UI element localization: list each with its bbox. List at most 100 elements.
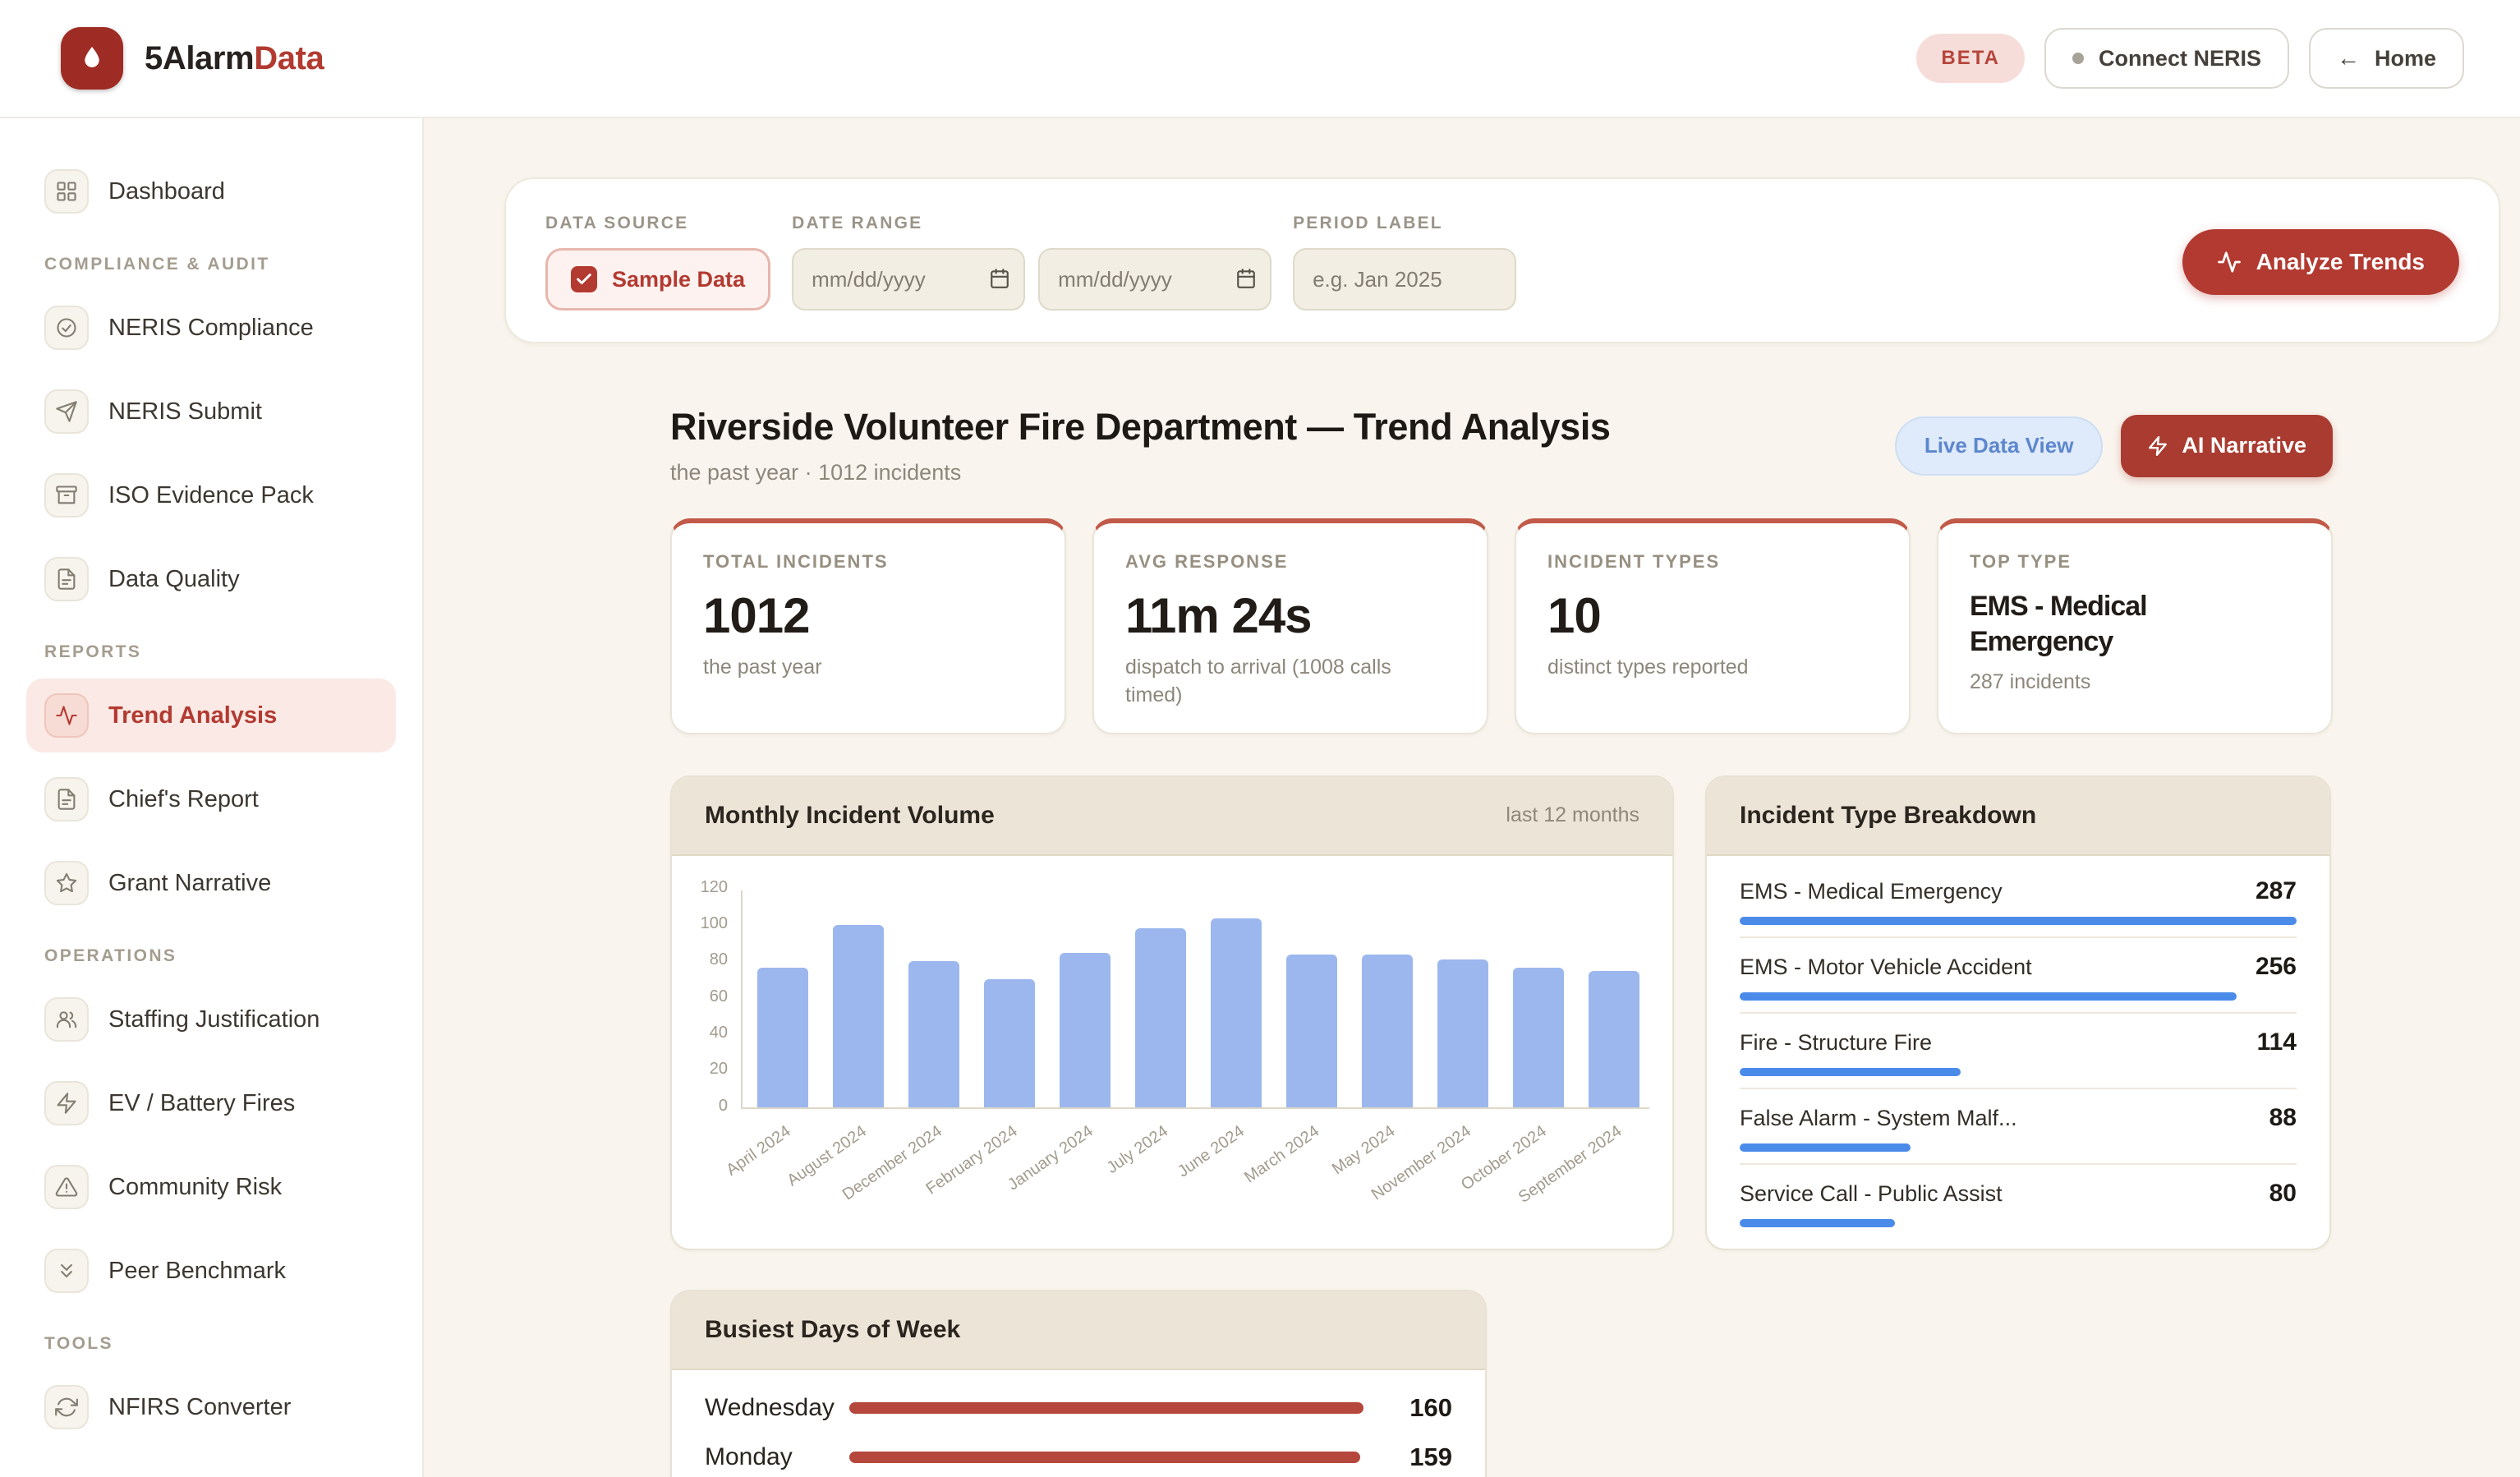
month-bar xyxy=(757,968,808,1107)
stat-label: TOTAL INCIDENTS xyxy=(703,551,1033,573)
filter-card: DATA SOURCE Sample Data DATE RANGE xyxy=(504,177,2500,343)
main-content: DATA SOURCE Sample Data DATE RANGE xyxy=(424,118,2520,1477)
period-input[interactable] xyxy=(1293,248,1516,311)
month-bar xyxy=(1589,971,1639,1107)
month-bar xyxy=(1362,955,1413,1107)
day-name: Monday xyxy=(705,1443,849,1471)
incident-type-row: False Alarm - System Malf...88 xyxy=(1740,1089,2297,1165)
sidebar-item-neris-compliance[interactable]: NERIS Compliance xyxy=(26,291,396,365)
status-dot-icon xyxy=(2072,53,2084,64)
monthly-incident-volume-panel: Monthly Incident Volume last 12 months 0… xyxy=(670,775,1674,1250)
panel-subtitle: last 12 months xyxy=(1506,803,1639,827)
live-data-view-label: Live Data View xyxy=(1924,433,2074,458)
sidebar: Dashboard COMPLIANCE & AUDIT NERIS Compl… xyxy=(0,118,424,1477)
sidebar-item-ev-battery-fires[interactable]: EV / Battery Fires xyxy=(26,1066,396,1140)
connect-neris-button[interactable]: Connect NERIS xyxy=(2044,28,2289,89)
app-logo xyxy=(61,27,123,90)
brand-accent: Data xyxy=(254,40,324,76)
monthly-incident-volume-chart: 020406080100120 April 2024August 2024Dec… xyxy=(672,856,1672,1214)
sidebar-item-neris-submit[interactable]: NERIS Submit xyxy=(26,375,396,449)
period-label: PERIOD LABEL xyxy=(1293,214,1516,233)
check-circle-icon xyxy=(44,306,89,350)
sample-data-checkbox[interactable] xyxy=(571,266,597,292)
users-icon xyxy=(44,997,89,1042)
sidebar-item-nfirs-converter[interactable]: NFIRS Converter xyxy=(26,1370,396,1444)
sidebar-item-staffing-justification[interactable]: Staffing Justification xyxy=(26,982,396,1056)
day-bar-track xyxy=(849,1452,1363,1463)
grid-icon xyxy=(44,169,89,214)
stat-cards-row: TOTAL INCIDENTS 1012 the past year AVG R… xyxy=(670,518,2333,734)
stat-label: INCIDENT TYPES xyxy=(1547,551,1878,573)
incident-type-count: 256 xyxy=(2256,953,2297,981)
sidebar-item-label: Chief's Report xyxy=(108,786,259,813)
bars-area xyxy=(741,890,1649,1109)
y-tick-label: 80 xyxy=(710,950,728,969)
sample-data-toggle[interactable]: Sample Data xyxy=(545,248,770,311)
y-axis: 020406080100120 xyxy=(692,890,741,1109)
stat-value: 11m 24s xyxy=(1125,587,1455,644)
stat-card-avg-response: AVG RESPONSE 11m 24s dispatch to arrival… xyxy=(1092,518,1488,734)
zap-icon xyxy=(2147,435,2168,457)
y-tick-label: 60 xyxy=(710,987,728,1006)
stat-sub: the past year xyxy=(703,654,999,682)
sidebar-section-compliance: COMPLIANCE & AUDIT xyxy=(44,255,378,274)
sidebar-item-label: Dashboard xyxy=(108,178,225,205)
activity-icon xyxy=(44,693,89,738)
sidebar-item-peer-benchmark[interactable]: Peer Benchmark xyxy=(26,1234,396,1308)
home-button[interactable]: ← Home xyxy=(2309,28,2464,89)
sample-data-label: Sample Data xyxy=(612,267,745,292)
analyze-trends-button[interactable]: Analyze Trends xyxy=(2182,229,2459,295)
incident-type-count: 287 xyxy=(2256,877,2297,905)
incident-type-name: EMS - Medical Emergency xyxy=(1740,879,2003,904)
stat-sub: 287 incidents xyxy=(1970,669,2265,697)
sidebar-item-label: ISO Evidence Pack xyxy=(108,482,314,509)
x-tick: January 2024 xyxy=(1058,1117,1109,1211)
month-bar xyxy=(908,961,959,1107)
brand-title: 5AlarmData xyxy=(145,40,324,77)
busiest-days-list: Wednesday160Monday159Friday156 xyxy=(672,1370,1485,1477)
incident-type-bar xyxy=(1740,1143,1911,1152)
sidebar-item-label: Data Quality xyxy=(108,566,240,593)
x-tick-label: April 2024 xyxy=(723,1122,794,1180)
star-icon xyxy=(44,861,89,905)
brand-primary: 5Alarm xyxy=(145,40,254,76)
date-start-input[interactable] xyxy=(792,248,1025,311)
day-count: 159 xyxy=(1386,1442,1452,1472)
incident-type-count: 80 xyxy=(2269,1180,2297,1208)
sidebar-item-community-risk[interactable]: Community Risk xyxy=(26,1150,396,1224)
day-row: Wednesday160 xyxy=(705,1383,1452,1433)
panel-title: Incident Type Breakdown xyxy=(1740,802,2036,830)
month-bar xyxy=(1513,968,1564,1107)
sidebar-section-reports: REPORTS xyxy=(44,642,378,662)
sidebar-item-label: NERIS Submit xyxy=(108,398,262,426)
live-data-view-button[interactable]: Live Data View xyxy=(1895,416,2104,476)
date-end-input[interactable] xyxy=(1038,248,1271,311)
refresh-icon xyxy=(44,1385,89,1429)
period-label-group: PERIOD LABEL xyxy=(1293,214,1516,311)
panel-title: Monthly Incident Volume xyxy=(705,802,995,830)
sidebar-item-label: Staffing Justification xyxy=(108,1006,320,1033)
sidebar-item-grant-narrative[interactable]: Grant Narrative xyxy=(26,846,396,920)
sidebar-section-operations: OPERATIONS xyxy=(44,946,378,966)
sidebar-item-data-quality[interactable]: Data Quality xyxy=(26,542,396,616)
file-icon xyxy=(44,557,89,601)
incident-type-name: EMS - Motor Vehicle Accident xyxy=(1740,955,2032,980)
x-tick-label: June 2024 xyxy=(1175,1122,1249,1181)
x-tick-label: May 2024 xyxy=(1329,1122,1399,1179)
incident-type-row: Service Call - Public Assist80 xyxy=(1740,1165,2297,1239)
y-tick-label: 120 xyxy=(701,878,728,897)
sidebar-item-chiefs-report[interactable]: Chief's Report xyxy=(26,762,396,836)
stat-label: TOP TYPE xyxy=(1970,551,2300,573)
month-bar xyxy=(1286,955,1337,1107)
sidebar-item-trend-analysis[interactable]: Trend Analysis xyxy=(26,679,396,752)
alert-triangle-icon xyxy=(44,1165,89,1209)
month-bar xyxy=(833,925,884,1107)
sidebar-item-dashboard[interactable]: Dashboard xyxy=(26,154,396,228)
sidebar-item-label: NFIRS Converter xyxy=(108,1394,291,1421)
incident-type-bar xyxy=(1740,992,2237,1001)
ai-narrative-button[interactable]: AI Narrative xyxy=(2121,415,2333,477)
data-source-group: DATA SOURCE Sample Data xyxy=(545,214,770,311)
top-header: 5AlarmData BETA Connect NERIS ← Home xyxy=(0,0,2520,118)
sidebar-item-iso-evidence-pack[interactable]: ISO Evidence Pack xyxy=(26,458,396,532)
y-tick-label: 20 xyxy=(710,1060,728,1079)
